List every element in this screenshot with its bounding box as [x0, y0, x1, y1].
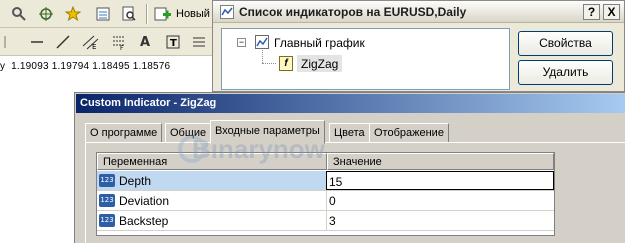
zoom-icon[interactable] [118, 3, 140, 25]
tree-item-main-chart[interactable]: Главный график [274, 36, 365, 50]
tab-inputs[interactable]: Входные параметры [210, 120, 325, 144]
param-name: Deviation [119, 194, 170, 208]
crosshair-icon[interactable] [35, 3, 57, 25]
price-values: 1.19093 1.19794 1.18495 1.18576 [11, 61, 171, 72]
param-value-input[interactable]: 15 [326, 171, 554, 190]
param-name: Depth [119, 174, 152, 188]
param-value-cell[interactable]: 0 [326, 191, 554, 210]
text-icon[interactable]: A [134, 31, 156, 53]
param-value-cell[interactable]: 3 [326, 211, 554, 230]
channel-icon[interactable]: E [80, 31, 102, 53]
table-row[interactable]: 123 Depth 15 [97, 171, 554, 191]
indicator-list-window: Список индикаторов на EURUSD,Daily ? X −… [212, 0, 625, 92]
price-readout: y 1.19093 1.19794 1.18495 1.18576 [0, 61, 170, 72]
toolbar-separator [146, 4, 148, 24]
magnifier-icon[interactable] [8, 3, 30, 25]
custom-indicator-title: Custom Indicator - ZigZag [80, 97, 217, 109]
indicator-window-icon [220, 5, 234, 19]
tree-collapse-icon[interactable]: − [237, 38, 246, 47]
toolbar-grip [1, 31, 9, 53]
chart-window-icon [255, 35, 269, 49]
param-name-cell[interactable]: 123 Deviation [97, 191, 326, 210]
trendline-icon[interactable] [52, 31, 74, 53]
delete-button[interactable]: Удалить [518, 60, 613, 85]
param-name-cell[interactable]: 123 Backstep [97, 211, 326, 230]
indicator-window-titlebar[interactable]: Список индикаторов на EURUSD,Daily ? X [213, 1, 624, 23]
svg-text:F: F [120, 45, 124, 50]
svg-text:T: T [170, 38, 177, 49]
new-order-icon[interactable] [152, 3, 174, 25]
close-button[interactable]: X [603, 4, 620, 20]
line-icon[interactable] [26, 31, 48, 53]
param-name-cell[interactable]: 123 Depth [97, 171, 326, 190]
param-int-icon: 123 [99, 194, 115, 207]
properties-button[interactable]: Свойства [518, 31, 613, 56]
param-int-icon: 123 [99, 174, 115, 187]
svg-text:E: E [92, 43, 96, 50]
text-label-icon[interactable]: T [162, 31, 184, 53]
tree-connector [262, 63, 276, 64]
fibonacci-icon[interactable]: F [108, 31, 130, 53]
tree-connector [262, 50, 263, 63]
custom-indicator-icon: f [279, 56, 293, 71]
star-icon[interactable] [62, 3, 84, 25]
price-prefix: y [0, 61, 6, 72]
new-chart-icon[interactable] [92, 3, 114, 25]
indicator-window-title: Список индикаторов на EURUSD,Daily [239, 5, 467, 19]
custom-indicator-titlebar[interactable]: Custom Indicator - ZigZag [76, 94, 625, 113]
tab-visualization[interactable]: Отображение [369, 123, 449, 143]
param-name: Backstep [119, 214, 169, 228]
help-button[interactable]: ? [583, 4, 600, 20]
indicator-tree[interactable]: − Главный график f ZigZag [221, 28, 510, 90]
table-row[interactable]: 123 Backstep 3 [97, 211, 554, 231]
tab-about[interactable]: О программе [85, 123, 163, 143]
arrows-icon[interactable] [188, 31, 210, 53]
column-header-value[interactable]: Значение [327, 153, 554, 170]
table-row[interactable]: 123 Deviation 0 [97, 191, 554, 211]
tree-item-zigzag[interactable]: ZigZag [297, 55, 343, 72]
param-int-icon: 123 [99, 214, 115, 227]
